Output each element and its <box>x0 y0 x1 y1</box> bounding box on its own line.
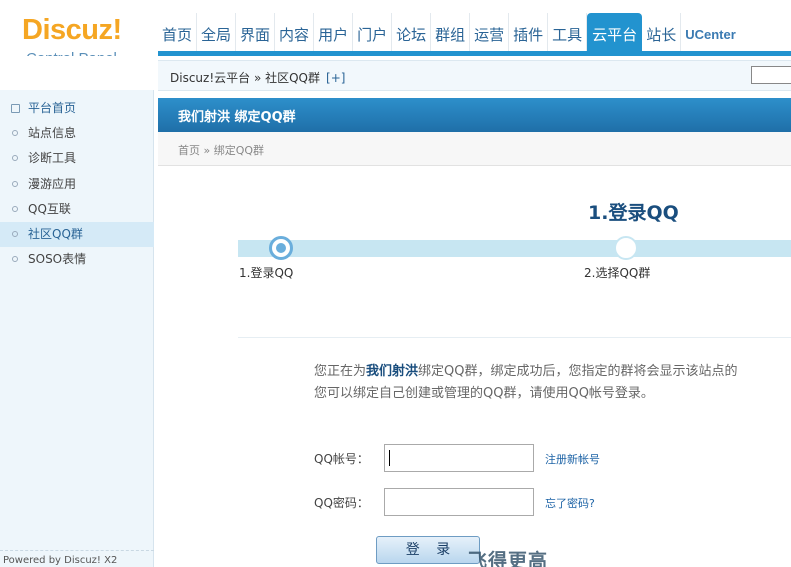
nav-plugins[interactable]: 插件 <box>509 13 549 51</box>
qq-account-label: QQ帐号： <box>314 452 369 466</box>
bullet-icon <box>12 130 18 137</box>
step-1-marker <box>269 236 293 260</box>
sidebar-menu: 平台首页 站点信息 诊断工具 漫游应用 QQ互联 社区QQ群 SOSO表情 <box>0 96 154 272</box>
nav-tools[interactable]: 工具 <box>548 13 588 51</box>
nav-forum[interactable]: 论坛 <box>392 13 432 51</box>
sidebar-item-diagnostics[interactable]: 诊断工具 <box>0 146 154 171</box>
active-step-dot <box>276 243 286 253</box>
add-shortcut-link[interactable]: [+] <box>326 71 345 85</box>
step-title: 1.登录QQ <box>588 202 679 224</box>
qq-password-input[interactable] <box>384 488 534 516</box>
step-2-label: 2.选择QQ群 <box>584 266 651 280</box>
bullet-icon <box>12 256 18 263</box>
login-button[interactable]: 登 录 <box>376 536 480 564</box>
sidebar-item-label: 社区QQ群 <box>28 226 83 241</box>
sidebar-item-label: SOSO表情 <box>28 252 87 267</box>
sidebar-item-platform-home[interactable]: 平台首页 <box>0 96 154 121</box>
watermark: 飞得更高 <box>468 550 549 567</box>
bullet-icon <box>12 205 18 212</box>
nav-operations[interactable]: 运营 <box>470 13 510 51</box>
nav-interface[interactable]: 界面 <box>236 13 276 51</box>
sidebar-item-roaming-apps[interactable]: 漫游应用 <box>0 172 154 197</box>
sidebar: 平台首页 站点信息 诊断工具 漫游应用 QQ互联 社区QQ群 SOSO表情 Po… <box>0 56 158 567</box>
qq-password-label: QQ密码： <box>314 496 369 510</box>
search-input[interactable] <box>751 66 791 84</box>
nav-webmaster[interactable]: 站长 <box>642 13 682 51</box>
page-title: 我们射洪 绑定QQ群 <box>178 110 296 125</box>
sidebar-item-label: 站点信息 <box>28 126 77 141</box>
intro-suffix: 绑定QQ群，绑定成功后，您指定的群将会显示该站点的 <box>418 364 738 379</box>
external-link-icon <box>11 104 20 113</box>
intro-text: 您正在为我们射洪绑定QQ群，绑定成功后，您指定的群将会显示该站点的 您可以绑定自… <box>314 361 791 405</box>
breadcrumb-bar: Discuz!云平台 » 社区QQ群 [+] <box>158 60 791 91</box>
logo-brand: Discuz! <box>22 14 122 46</box>
nav-cloud-platform[interactable]: 云平台 <box>587 13 643 51</box>
intro-line-2: 您可以绑定自己创建或管理的QQ群，请使用QQ帐号登录。 <box>314 386 654 401</box>
nav-groups[interactable]: 群组 <box>431 13 471 51</box>
nav-content[interactable]: 内容 <box>275 13 315 51</box>
bullet-icon <box>12 230 18 237</box>
progress-track <box>238 240 791 257</box>
sidebar-item-community-qq-group[interactable]: 社区QQ群 <box>0 221 154 248</box>
nav-ucenter[interactable]: UCenter <box>681 13 740 51</box>
site-name: 我们射洪 <box>366 364 419 379</box>
divider <box>238 337 791 338</box>
main-panel: Discuz!云平台 » 社区QQ群 [+] 我们射洪 绑定QQ群 首页 » 绑定… <box>158 56 791 567</box>
top-nav: 首页 全局 界面 内容 用户 门户 论坛 群组 运营 插件 工具 云平台 站长 … <box>158 13 740 52</box>
step-1-label: 1.登录QQ <box>239 266 294 280</box>
nav-portal[interactable]: 门户 <box>353 13 393 51</box>
powered-by: Powered by Discuz! X2 <box>0 550 154 566</box>
sidebar-item-qq-connect[interactable]: QQ互联 <box>0 197 154 222</box>
nav-global[interactable]: 全局 <box>197 13 237 51</box>
breadcrumb: Discuz!云平台 » 社区QQ群 [+] <box>170 69 345 86</box>
qq-account-input[interactable] <box>384 444 534 472</box>
intro-prefix: 您正在为 <box>314 364 367 379</box>
intro-line-1: 您正在为我们射洪绑定QQ群，绑定成功后，您指定的群将会显示该站点的 <box>314 361 791 383</box>
sidebar-item-label: 平台首页 <box>28 101 77 115</box>
sub-breadcrumb-text: 首页 » 绑定QQ群 <box>178 144 265 157</box>
text-caret <box>389 450 390 466</box>
sidebar-item-label: 诊断工具 <box>28 151 77 166</box>
bullet-icon <box>12 155 18 162</box>
sidebar-item-site-info[interactable]: 站点信息 <box>0 121 154 146</box>
register-link[interactable]: 注册新帐号 <box>545 451 600 467</box>
bullet-icon <box>12 180 18 187</box>
step-2-marker <box>614 236 638 260</box>
nav-home[interactable]: 首页 <box>158 13 198 51</box>
header: Discuz! Control Panel 首页 全局 界面 内容 用户 门户 … <box>0 0 791 67</box>
sidebar-item-soso-emoticons[interactable]: SOSO表情 <box>0 247 154 272</box>
sidebar-item-label: QQ互联 <box>28 201 71 216</box>
section-title-bar: 我们射洪 绑定QQ群 <box>158 98 791 132</box>
sidebar-item-label: 漫游应用 <box>28 176 77 191</box>
breadcrumb-text: Discuz!云平台 » 社区QQ群 <box>170 71 321 85</box>
nav-users[interactable]: 用户 <box>314 13 354 51</box>
sub-breadcrumb: 首页 » 绑定QQ群 <box>158 132 791 166</box>
forgot-password-link[interactable]: 忘了密码? <box>545 495 595 511</box>
